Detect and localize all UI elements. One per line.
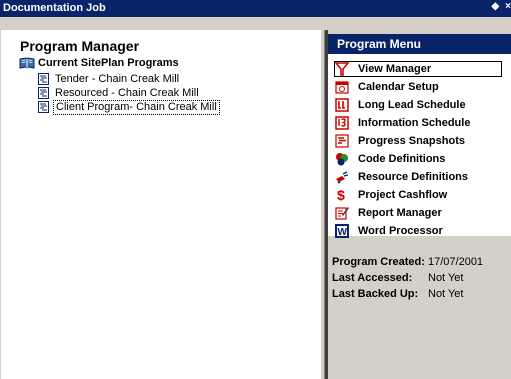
toolbar-strip: [0, 17, 511, 30]
accessed-label: Last Accessed:: [332, 272, 413, 284]
calendar-icon: [335, 80, 349, 94]
code-definitions-icon: [335, 152, 349, 166]
resource-definitions-icon: [335, 170, 349, 184]
window-title: Documentation Job: [3, 2, 106, 14]
word-processor-icon: W: [335, 224, 349, 238]
program-manager-title: Program Manager: [20, 38, 140, 54]
svg-text:W: W: [338, 227, 348, 238]
backed-up-label: Last Backed Up:: [332, 288, 419, 300]
tree-item-label: Tender - Chain Creak Mill: [55, 72, 180, 85]
program-info-panel: Program Created: 17/07/2001 Last Accesse…: [328, 240, 511, 379]
info-row-accessed: Last Accessed: Not Yet: [332, 272, 463, 284]
information-schedule-icon: [335, 116, 349, 130]
long-lead-icon: [335, 98, 349, 112]
menu-item-view-manager[interactable]: View Manager: [334, 61, 502, 77]
report-manager-icon: [335, 206, 349, 220]
menu-item-long-lead-schedule[interactable]: Long Lead Schedule: [335, 97, 468, 113]
backed-up-value: Not Yet: [428, 288, 464, 300]
tree-item-label: Client Program- Chain Creak Mill: [53, 99, 220, 115]
accessed-value: Not Yet: [428, 272, 464, 284]
menu-item-label: Report Manager: [358, 207, 442, 219]
tree-item-label: Resourced - Chain Creak Mill: [55, 86, 199, 99]
program-document-icon: [38, 73, 49, 85]
menu-item-information-schedule[interactable]: Information Schedule: [335, 115, 472, 131]
menu-item-calendar-setup[interactable]: Calendar Setup: [335, 79, 441, 95]
progress-snapshots-icon: [335, 134, 349, 148]
menu-item-progress-snapshots[interactable]: Progress Snapshots: [335, 133, 467, 149]
menu-item-label: View Manager: [358, 63, 432, 75]
program-menu-panel: Program Menu View Manager Calendar Setup…: [328, 34, 511, 239]
program-document-icon: [38, 87, 49, 99]
program-manager-pane: Program Manager Current SitePlan Program…: [1, 30, 320, 379]
menu-item-label: Word Processor: [358, 225, 443, 237]
tree-item-client[interactable]: Client Program- Chain Creak Mill: [38, 99, 220, 115]
program-menu-title: Program Menu: [328, 34, 511, 54]
tree-root-label: Current SitePlan Programs: [38, 57, 179, 69]
window-titlebar: Documentation Job ◆ ×: [0, 0, 511, 17]
menu-item-label: Project Cashflow: [358, 189, 448, 201]
menu-item-label: Progress Snapshots: [358, 135, 465, 147]
program-document-icon: [38, 101, 49, 113]
menu-item-label: Long Lead Schedule: [358, 99, 466, 111]
info-row-backed-up: Last Backed Up: Not Yet: [332, 288, 463, 300]
menu-item-report-manager[interactable]: Report Manager: [335, 205, 444, 221]
tree-root-programs[interactable]: Current SitePlan Programs: [19, 57, 179, 69]
tree-item-tender[interactable]: Tender - Chain Creak Mill: [38, 72, 181, 86]
menu-item-label: Resource Definitions: [358, 171, 469, 183]
menu-item-label: Calendar Setup: [358, 81, 439, 93]
created-value: 17/07/2001: [428, 256, 484, 268]
menu-item-word-processor[interactable]: W Word Processor: [335, 223, 445, 239]
menu-item-label: Code Definitions: [358, 153, 446, 165]
diamond-icon[interactable]: ◆: [491, 1, 499, 12]
open-book-icon: [19, 57, 35, 69]
close-icon[interactable]: ×: [505, 1, 511, 12]
dollar-icon: $: [335, 188, 349, 202]
svg-text:$: $: [337, 188, 345, 202]
info-row-created: Program Created: 17/07/2001: [332, 256, 483, 268]
menu-item-label: Information Schedule: [358, 117, 471, 129]
window-controls: ◆ ×: [491, 1, 511, 12]
created-label: Program Created:: [332, 256, 425, 268]
menu-item-code-definitions[interactable]: Code Definitions: [335, 151, 447, 167]
menu-item-resource-definitions[interactable]: Resource Definitions: [335, 169, 470, 185]
menu-item-project-cashflow[interactable]: $ Project Cashflow: [335, 187, 449, 203]
tree-item-resourced[interactable]: Resourced - Chain Creak Mill: [38, 86, 201, 100]
view-manager-icon: [335, 62, 349, 76]
